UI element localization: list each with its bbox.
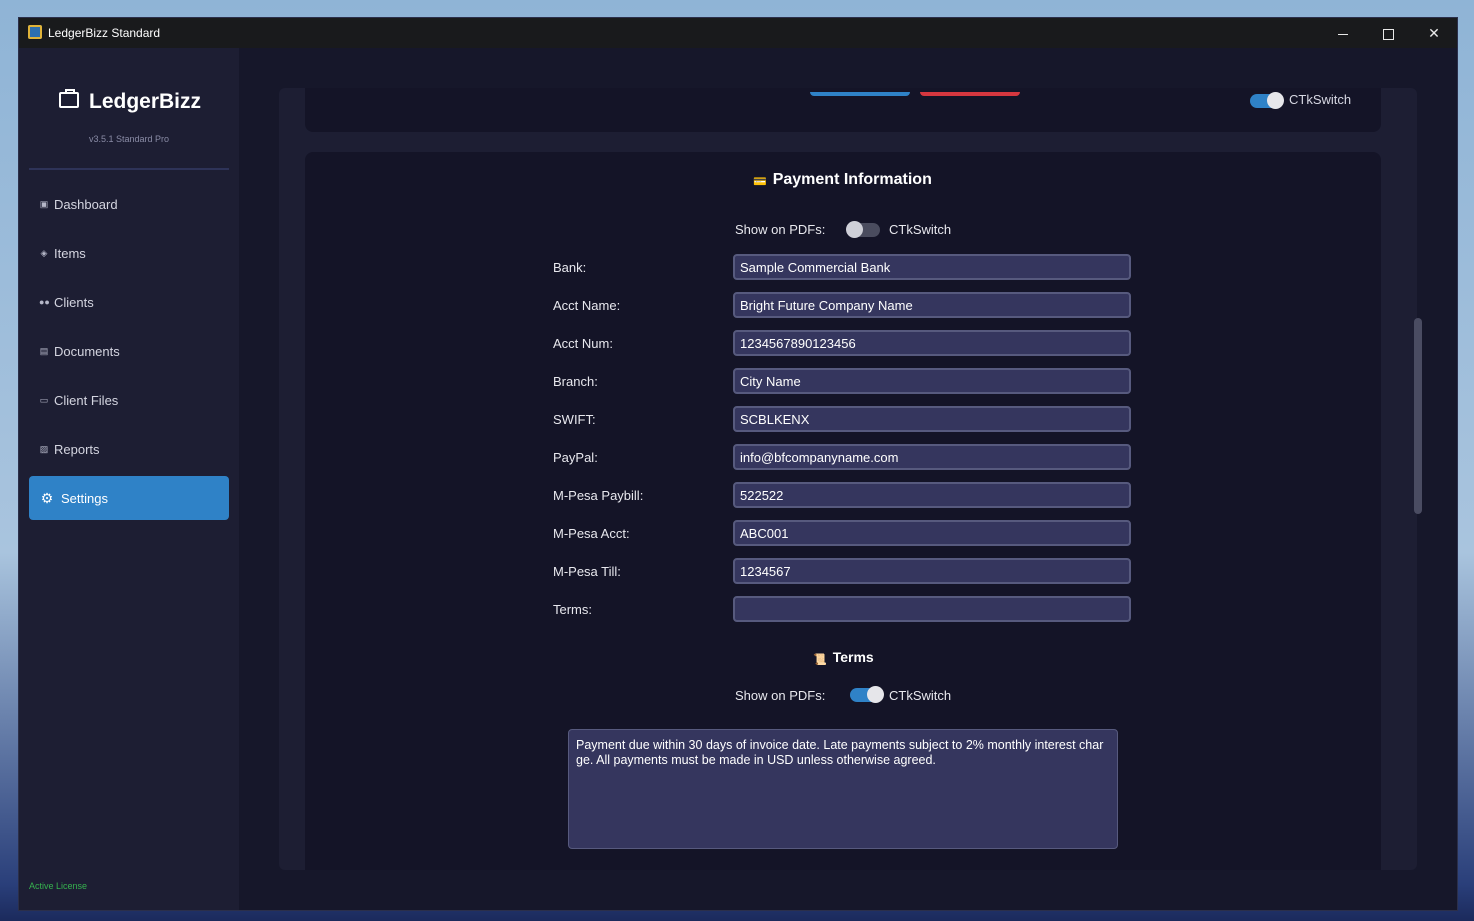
folder-icon: ▭ <box>39 394 49 405</box>
sidebar-item-reports[interactable]: ▨ Reports <box>29 427 229 471</box>
sidebar-item-label: Clients <box>54 294 94 310</box>
documents-icon: ▤ <box>39 345 49 356</box>
paypal-label: PayPal: <box>553 450 598 465</box>
credit-card-icon: 💳 <box>753 176 767 188</box>
settings-scroll-area[interactable]: CTkSwitch 💳 Payment Information Show on P… <box>279 88 1417 870</box>
sidebar-item-label: Client Files <box>54 392 119 408</box>
sidebar: LedgerBizz v3.5.1 Standard Pro ▣ Dashboa… <box>19 48 239 910</box>
branch-label: Branch: <box>553 374 598 389</box>
top-toggle-switch[interactable] <box>1250 92 1284 109</box>
terms-section-title: 📜 Terms <box>813 649 874 666</box>
swift-label: SWIFT: <box>553 412 596 427</box>
settings-card-top: CTkSwitch <box>305 88 1381 132</box>
mpesa-paybill-input[interactable] <box>733 482 1131 508</box>
items-icon: ◈ <box>40 247 48 258</box>
payment-show-on-pdfs-switch[interactable] <box>846 221 880 238</box>
briefcase-icon <box>59 89 79 109</box>
mpesa-till-label: M-Pesa Till: <box>553 564 621 579</box>
clients-icon: ●● <box>39 297 50 307</box>
paypal-input[interactable] <box>733 444 1131 470</box>
sidebar-item-documents[interactable]: ▤ Documents <box>29 329 229 373</box>
payment-show-on-pdfs-label: Show on PDFs: <box>735 222 826 237</box>
close-icon: ✕ <box>1428 25 1440 41</box>
payment-card: 💳 Payment Information Show on PDFs: CTkSw… <box>305 152 1381 870</box>
terms-title-text: Terms <box>832 649 874 665</box>
main-content: CTkSwitch 💳 Payment Information Show on P… <box>239 48 1457 910</box>
gear-icon: ⚙ <box>40 489 54 506</box>
brand: LedgerBizz <box>59 89 202 114</box>
swift-input[interactable] <box>733 406 1131 432</box>
document-icon: 📜 <box>813 654 827 666</box>
bank-label: Bank: <box>553 260 587 275</box>
minimize-icon <box>1338 33 1348 35</box>
app-window: LedgerBizz Standard ✕ LedgerBizz v3.5.1 … <box>19 18 1457 910</box>
sidebar-item-client-files[interactable]: ▭ Client Files <box>29 378 229 422</box>
payment-title-text: Payment Information <box>772 171 932 188</box>
terms-input[interactable] <box>733 596 1131 622</box>
sidebar-item-clients[interactable]: ●● Clients <box>29 280 229 324</box>
acct-num-input[interactable] <box>733 330 1131 356</box>
sidebar-divider <box>29 168 229 170</box>
version-label: v3.5.1 Standard Pro <box>88 134 170 144</box>
sidebar-item-label: Dashboard <box>54 196 118 212</box>
window-title: LedgerBizz Standard <box>48 26 161 40</box>
terms-textarea[interactable]: Payment due within 30 days of invoice da… <box>568 729 1118 849</box>
sidebar-item-items[interactable]: ◈ Items <box>29 231 229 275</box>
branch-input[interactable] <box>733 368 1131 394</box>
sidebar-item-label: Items <box>54 245 86 261</box>
terms-show-on-pdfs-label: Show on PDFs: <box>735 688 826 703</box>
reset-button[interactable] <box>920 92 1020 96</box>
payment-section-title: 💳 Payment Information <box>753 171 932 189</box>
brand-name: LedgerBizz <box>89 90 202 113</box>
terms-switch-label: CTkSwitch <box>889 688 952 703</box>
switch-knob <box>846 221 863 238</box>
sidebar-item-label: Reports <box>54 441 100 457</box>
bank-input[interactable] <box>733 254 1131 280</box>
license-status: Active License <box>29 881 88 891</box>
dashboard-icon: ▣ <box>39 198 49 209</box>
mpesa-paybill-label: M-Pesa Paybill: <box>553 488 644 503</box>
minimize-button[interactable] <box>1320 18 1366 48</box>
terms-field-label: Terms: <box>553 602 592 617</box>
switch-label: CTkSwitch <box>1289 92 1352 107</box>
scrollbar-thumb[interactable] <box>1414 318 1422 514</box>
terms-show-on-pdfs-switch[interactable] <box>850 686 884 703</box>
acct-num-label: Acct Num: <box>553 336 613 351</box>
sidebar-item-label: Documents <box>54 343 120 359</box>
mpesa-till-input[interactable] <box>733 558 1131 584</box>
mpesa-acct-label: M-Pesa Acct: <box>553 526 630 541</box>
save-button[interactable] <box>810 92 910 96</box>
maximize-button[interactable] <box>1365 18 1411 48</box>
maximize-icon <box>1382 28 1394 40</box>
acct-name-label: Acct Name: <box>553 298 621 313</box>
app-icon <box>28 25 42 39</box>
switch-knob <box>867 686 884 703</box>
title-bar: LedgerBizz Standard ✕ <box>19 18 1457 48</box>
switch-knob <box>1267 92 1284 109</box>
sidebar-item-label: Settings <box>61 490 108 506</box>
sidebar-item-dashboard[interactable]: ▣ Dashboard <box>29 182 229 226</box>
payment-switch-label: CTkSwitch <box>889 222 952 237</box>
mpesa-acct-input[interactable] <box>733 520 1131 546</box>
reports-icon: ▨ <box>39 443 49 454</box>
close-button[interactable]: ✕ <box>1411 18 1457 48</box>
sidebar-item-settings[interactable]: ⚙ Settings <box>29 476 229 520</box>
acct-name-input[interactable] <box>733 292 1131 318</box>
